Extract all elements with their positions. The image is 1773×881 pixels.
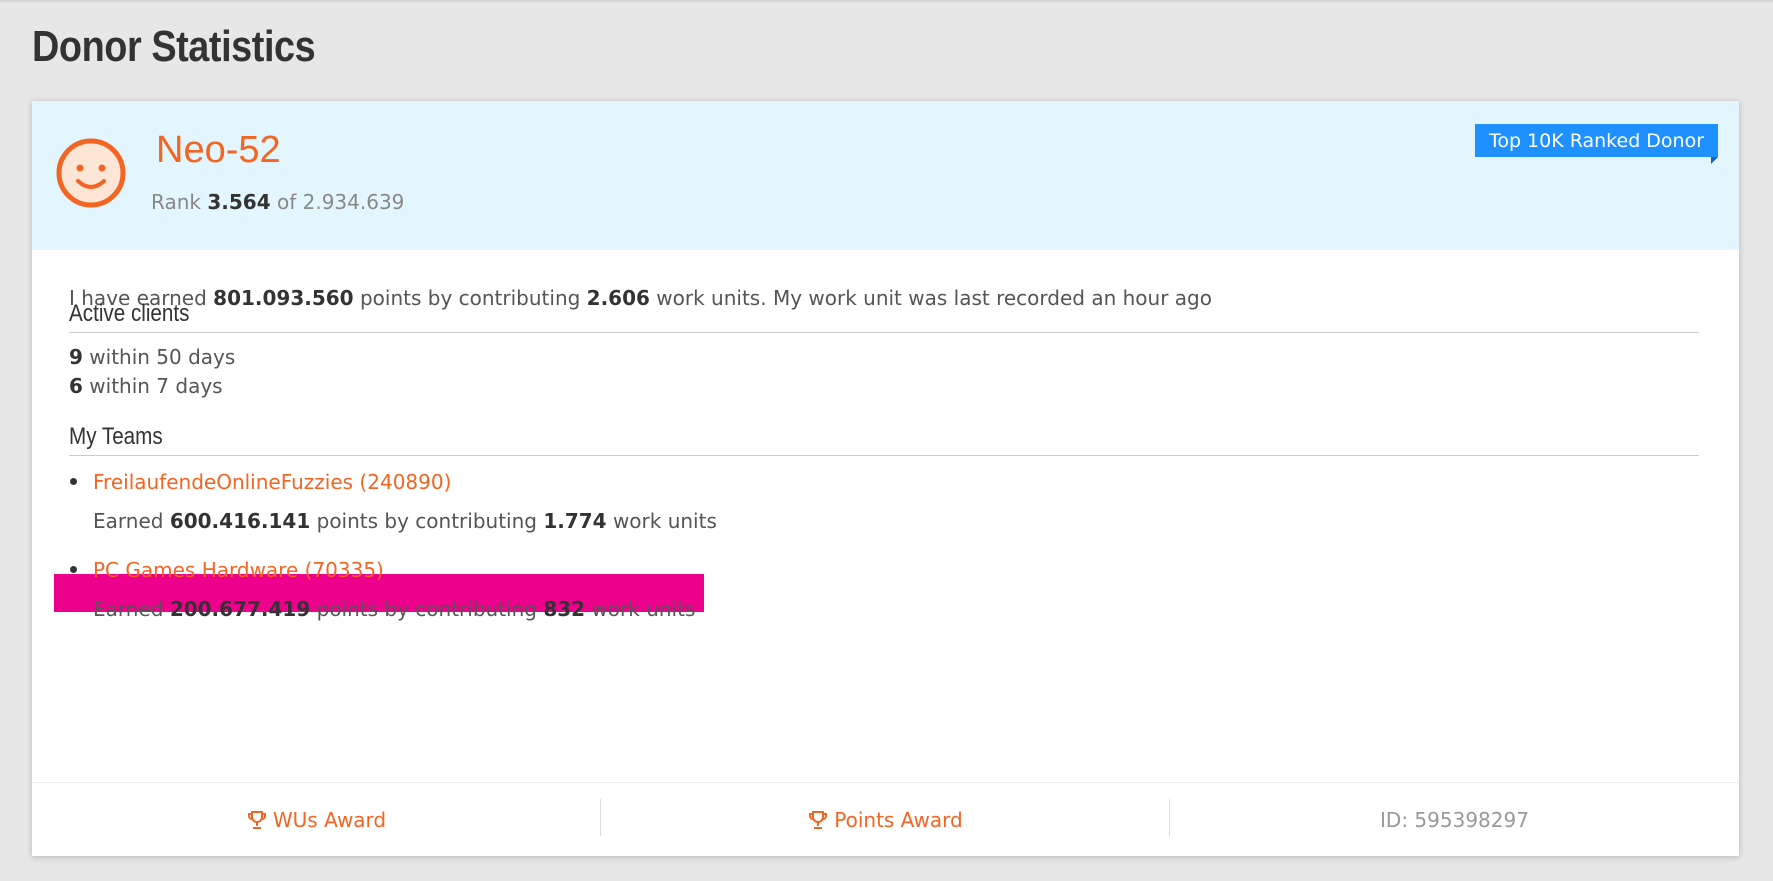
top-10k-badge: Top 10K Ranked Donor: [1475, 124, 1718, 157]
team-stats-suffix: work units: [612, 509, 717, 533]
team-list-item: PC Games Hardware (70335): [70, 558, 384, 582]
client-label: within 7 days: [89, 374, 223, 398]
clients-row: 6 within 7 days: [69, 374, 223, 398]
client-count: 6: [69, 374, 83, 398]
points-award-label: Points Award: [834, 807, 963, 832]
team-stats-suffix: work units: [591, 597, 696, 621]
rank-value: 3.564: [207, 190, 271, 214]
page-title: Donor Statistics: [32, 22, 316, 71]
team-points: 200.677.419: [169, 597, 311, 621]
points-award-link[interactable]: Points Award: [601, 783, 1170, 856]
trophy-icon: [247, 810, 266, 829]
team-stats-earned: Earned: [93, 597, 164, 621]
team-stats: Earned 600.416.141 points by contributin…: [93, 509, 717, 533]
client-count: 9: [69, 345, 83, 369]
donor-id: ID: 595398297: [1380, 807, 1529, 832]
top-shadow: [0, 0, 1773, 3]
rank-of: of: [276, 190, 297, 214]
team-points: 600.416.141: [169, 509, 311, 533]
rank-total: 2.934.639: [302, 190, 405, 214]
clients-row: 9 within 50 days: [69, 345, 235, 369]
team-stats-earned: Earned: [93, 509, 164, 533]
team-stats-mid: points by contributing: [316, 597, 537, 621]
team-link[interactable]: FreilaufendeOnlineFuzzies (240890): [93, 470, 451, 494]
team-work-units: 1.774: [543, 509, 607, 533]
trophy-icon: [809, 810, 828, 829]
donor-name: Neo-52: [156, 129, 281, 171]
bullet-icon: [70, 478, 77, 485]
client-label: within 50 days: [89, 345, 236, 369]
bullet-icon: [70, 566, 77, 573]
wus-award-link[interactable]: WUs Award: [32, 783, 601, 856]
badge-ribbon-fold: [1711, 157, 1718, 164]
team-list-item: FreilaufendeOnlineFuzzies (240890): [70, 470, 451, 494]
team-link[interactable]: PC Games Hardware (70335): [93, 558, 384, 582]
donor-card: Neo-52 Rank 3.564 of 2.934.639 I have ea…: [32, 101, 1739, 856]
active-clients-heading: Active clients: [69, 300, 1699, 333]
active-clients-title: Active clients: [69, 300, 190, 327]
my-teams-heading: My Teams: [69, 423, 1699, 456]
team-stats-mid: points by contributing: [316, 509, 537, 533]
rank-line: Rank 3.564 of 2.934.639: [151, 190, 404, 214]
team-stats: Earned 200.677.419 points by contributin…: [93, 597, 695, 621]
team-work-units: 832: [543, 597, 586, 621]
smiley-face-icon: [56, 138, 126, 208]
wus-award-label: WUs Award: [272, 807, 387, 832]
rank-prefix: Rank: [151, 190, 201, 214]
my-teams-title: My Teams: [69, 423, 163, 450]
